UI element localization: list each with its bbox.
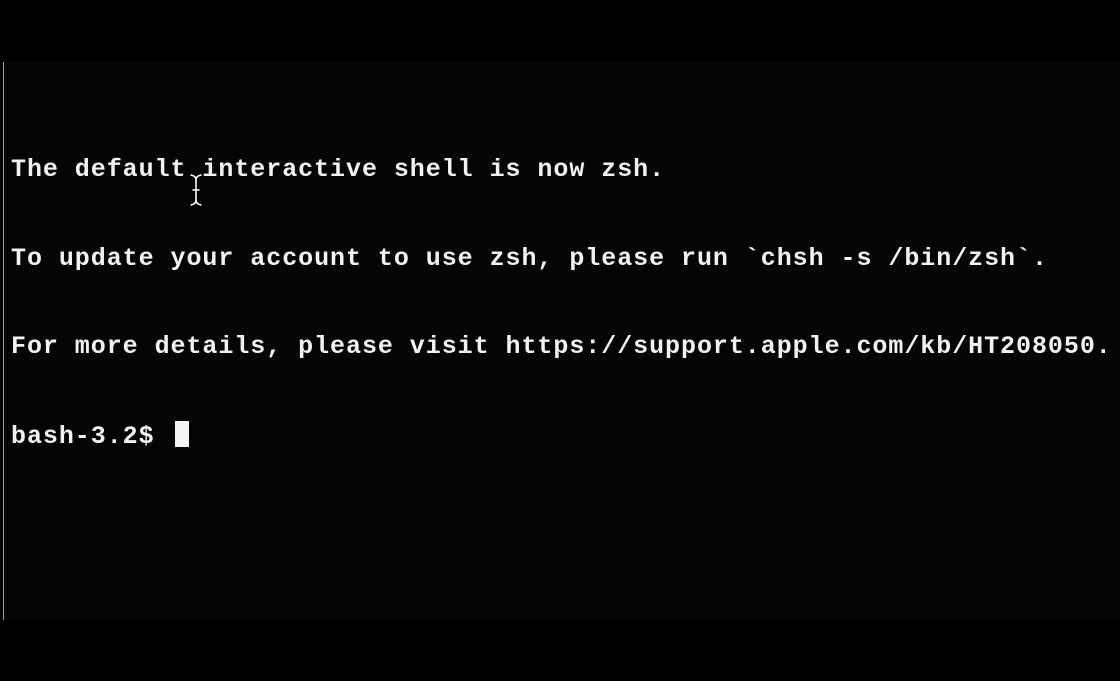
i-beam-mouse-icon [189, 173, 203, 207]
terminal-line-3: For more details, please visit https://s… [11, 332, 1112, 361]
prompt-line[interactable]: bash-3.2$ [11, 420, 1112, 451]
terminal-window[interactable]: The default interactive shell is now zsh… [0, 62, 1120, 620]
window-edge [3, 62, 4, 620]
screen: The default interactive shell is now zsh… [0, 0, 1120, 681]
terminal-line-2: To update your account to use zsh, pleas… [11, 243, 1048, 273]
shell-prompt: bash-3.2$ [11, 421, 171, 451]
terminal-line-1: The default interactive shell is now zsh… [11, 155, 666, 184]
text-cursor-icon [174, 420, 189, 447]
terminal-output[interactable]: The default interactive shell is now zsh… [11, 96, 1112, 509]
